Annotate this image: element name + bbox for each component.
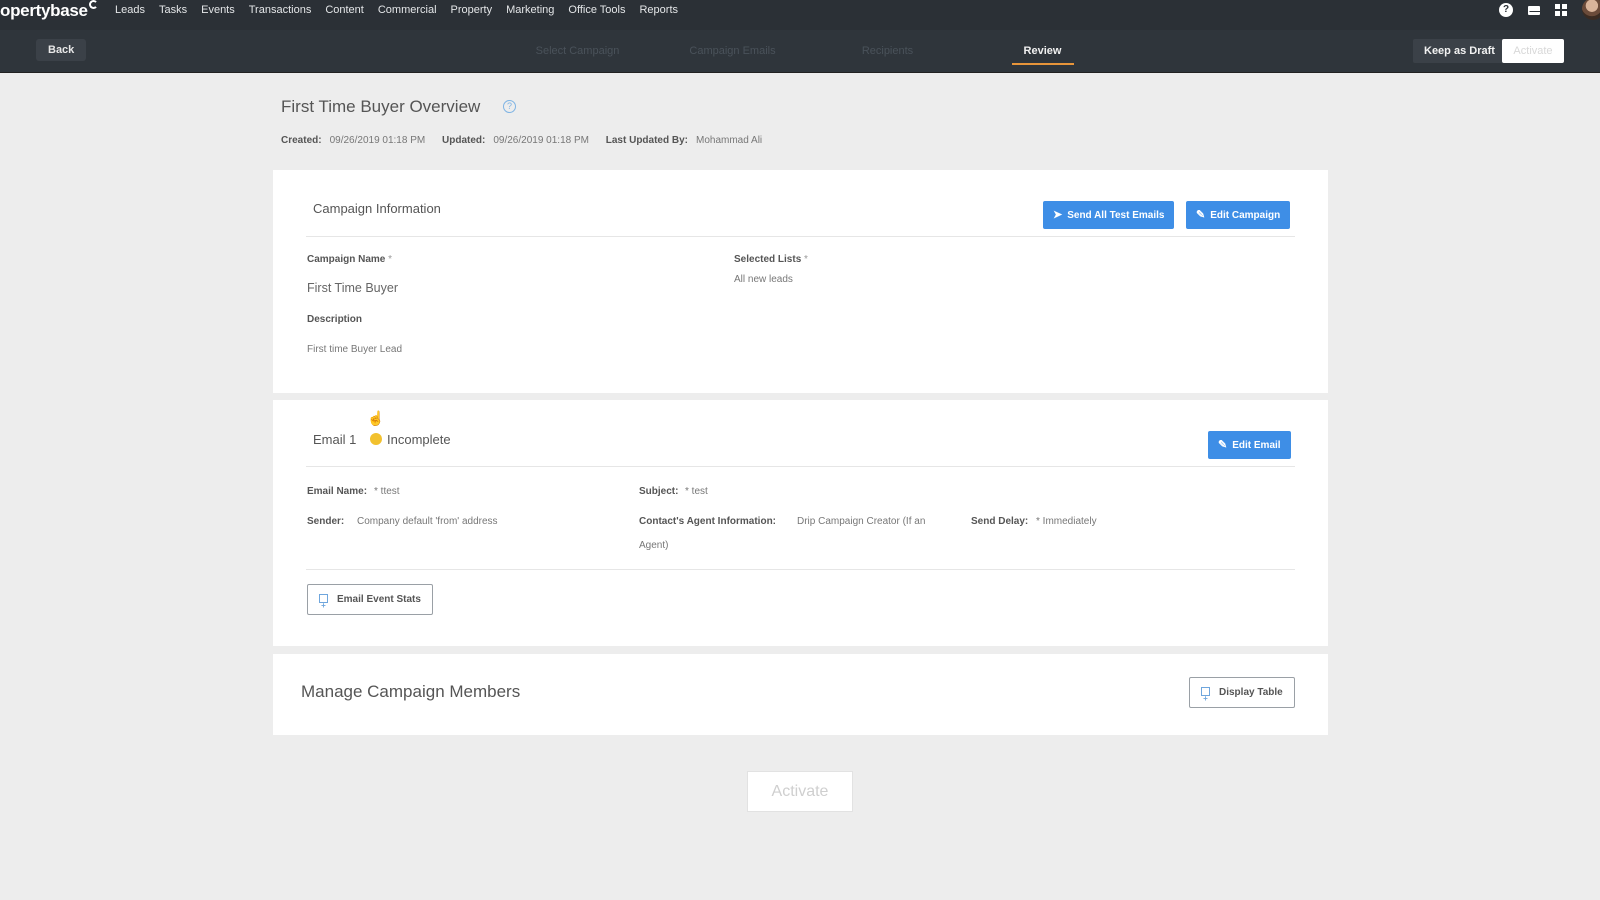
mail-icon[interactable]	[1528, 6, 1540, 15]
send-all-test-emails-label: Send All Test Emails	[1067, 210, 1165, 221]
step-campaign-emails[interactable]: Campaign Emails	[655, 30, 810, 73]
edit-email-label: Edit Email	[1232, 440, 1281, 451]
nav-marketing[interactable]: Marketing	[506, 0, 554, 20]
activate-button[interactable]: Activate	[747, 771, 853, 812]
campaign-information-heading: Campaign Information	[313, 201, 441, 216]
divider	[306, 466, 1295, 467]
back-button[interactable]: Back	[36, 39, 87, 61]
display-table-label: Display Table	[1219, 687, 1283, 698]
top-nav: opertybase Leads Tasks Events Transactio…	[0, 0, 1600, 30]
apps-grid-icon[interactable]	[1555, 4, 1567, 16]
send-delay-label: Send Delay:	[971, 516, 1029, 527]
step-review[interactable]: Review	[965, 30, 1120, 73]
step-recipients[interactable]: Recipients	[810, 30, 965, 73]
divider	[306, 569, 1295, 570]
keep-as-draft-button[interactable]: Keep as Draft	[1413, 39, 1506, 63]
main-menu: Leads Tasks Events Transactions Content …	[115, 0, 692, 20]
description-label: Description	[307, 314, 363, 325]
nav-reports[interactable]: Reports	[639, 0, 678, 20]
info-help-icon[interactable]: ?	[503, 100, 516, 113]
nav-office-tools[interactable]: Office Tools	[568, 0, 625, 20]
agent-info-value-cont: Agent)	[639, 540, 669, 551]
selected-lists-label: Selected Lists *	[734, 254, 808, 265]
description-value: First time Buyer Lead	[307, 344, 403, 355]
campaign-name-label: Campaign Name *	[307, 254, 393, 265]
page-title: First Time Buyer Overview	[281, 97, 481, 116]
sender-label: Sender:	[307, 516, 345, 527]
created-label: Created:	[281, 135, 322, 146]
edit-campaign-button[interactable]: ✎ Edit Campaign	[1186, 201, 1291, 229]
send-delay-value: * Immediately	[1036, 516, 1097, 527]
email-card: Email 1 Incomplete ✎ Edit Email Email Nam…	[273, 400, 1328, 646]
manage-members-heading: Manage Campaign Members	[301, 682, 521, 701]
sender-value: Company default 'from' address	[357, 516, 498, 527]
divider	[306, 236, 1295, 237]
edit-email-button[interactable]: ✎ Edit Email	[1208, 431, 1291, 459]
help-icon[interactable]: ?	[1499, 3, 1513, 17]
logo-mark-icon	[88, 0, 98, 9]
activate-top-button[interactable]: Activate	[1502, 39, 1564, 63]
top-icons: ?	[1499, 0, 1600, 20]
wizard-steps: Select Campaign Campaign Emails Recipien…	[500, 30, 1120, 73]
expand-box-icon	[319, 591, 328, 620]
last-updated-by-value: Mohammad Ali	[696, 135, 763, 146]
campaign-information-card: Campaign Information ➤ Send All Test Emai…	[273, 170, 1328, 393]
subject-label: Subject:	[639, 486, 679, 497]
edit-campaign-label: Edit Campaign	[1210, 210, 1281, 221]
subject-value: * test	[685, 486, 708, 497]
agent-info-label: Contact's Agent Information:	[639, 516, 777, 527]
updated-label: Updated:	[442, 135, 486, 146]
nav-leads[interactable]: Leads	[115, 0, 145, 20]
manage-members-card: Manage Campaign Members Display Table	[273, 654, 1328, 735]
email-name-label: Email Name:	[307, 486, 368, 497]
email-heading: Email 1	[313, 432, 357, 447]
nav-tasks[interactable]: Tasks	[159, 0, 187, 20]
nav-transactions[interactable]: Transactions	[249, 0, 312, 20]
last-updated-by-label: Last Updated By:	[605, 135, 688, 146]
nav-events[interactable]: Events	[201, 0, 235, 20]
selected-lists-value: All new leads	[734, 274, 793, 285]
hand-cursor-icon: ☝	[367, 410, 385, 426]
campaign-name-value: First Time Buyer	[307, 281, 398, 295]
nav-commercial[interactable]: Commercial	[378, 0, 437, 20]
nav-property[interactable]: Property	[451, 0, 493, 20]
status-dot-icon	[370, 433, 382, 445]
email-name-value: * ttest	[374, 486, 400, 497]
paper-plane-icon: ➤	[1053, 209, 1063, 221]
display-table-button[interactable]: Display Table	[1189, 677, 1295, 713]
send-all-test-emails-button[interactable]: ➤ Send All Test Emails	[1043, 201, 1175, 229]
nav-content[interactable]: Content	[325, 0, 364, 20]
pencil-icon: ✎	[1196, 209, 1206, 221]
status-badge: Incomplete	[387, 432, 451, 447]
pencil-icon: ✎	[1218, 439, 1228, 451]
step-select-campaign[interactable]: Select Campaign	[500, 30, 655, 73]
avatar[interactable]	[1582, 0, 1600, 20]
email-event-stats-button[interactable]: Email Event Stats	[307, 584, 433, 620]
agent-info-value: Drip Campaign Creator (If an	[797, 516, 926, 527]
email-event-stats-label: Email Event Stats	[337, 594, 421, 605]
updated-value: 09/26/2019 01:18 PM	[493, 135, 589, 146]
app-logo[interactable]: opertybase	[0, 0, 98, 22]
page-meta: Created: 09/26/2019 01:18 PM Updated: 09/2…	[281, 135, 776, 146]
campaign-toolbar: Back Select Campaign Campaign Emails Rec…	[0, 30, 1600, 73]
created-value: 09/26/2019 01:18 PM	[329, 135, 426, 146]
expand-box-icon	[1201, 684, 1210, 713]
